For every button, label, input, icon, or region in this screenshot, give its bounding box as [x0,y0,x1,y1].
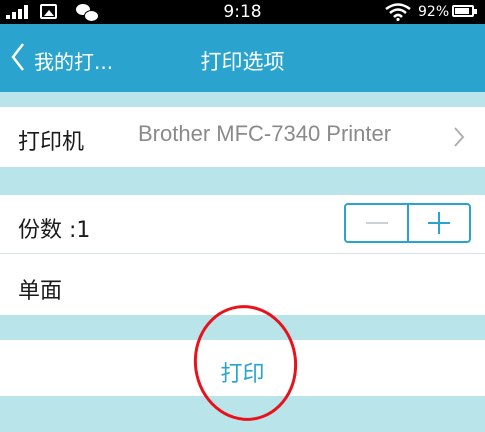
section-divider [0,315,485,340]
copies-stepper[interactable] [344,203,471,243]
section-divider [0,167,485,195]
battery-percent: 92% [418,4,450,20]
wifi-icon [385,3,411,21]
sides-label: 单面 [18,279,63,304]
decrement-button[interactable] [346,205,407,241]
nav-bar: 我的打... 打印选项 [0,24,485,92]
printer-label: 打印机 [18,130,85,155]
chevron-right-icon [454,127,465,147]
sides-row[interactable] [0,254,485,315]
printer-value[interactable]: Brother MFC-7340 Printer [138,121,391,147]
battery-icon [452,5,477,17]
section-divider [0,396,485,432]
clock: 9:18 [223,2,262,22]
print-button-label: 打印 [220,362,265,387]
print-button[interactable]: 打印 [0,340,485,396]
plus-icon-vertical [438,212,440,234]
section-divider [0,92,485,107]
status-bar: 9:18 92% [0,0,485,24]
copies-label: 份数 :1 [18,218,91,243]
page-title: 打印选项 [200,50,285,74]
minus-icon [366,222,388,224]
increment-button[interactable] [409,205,470,241]
